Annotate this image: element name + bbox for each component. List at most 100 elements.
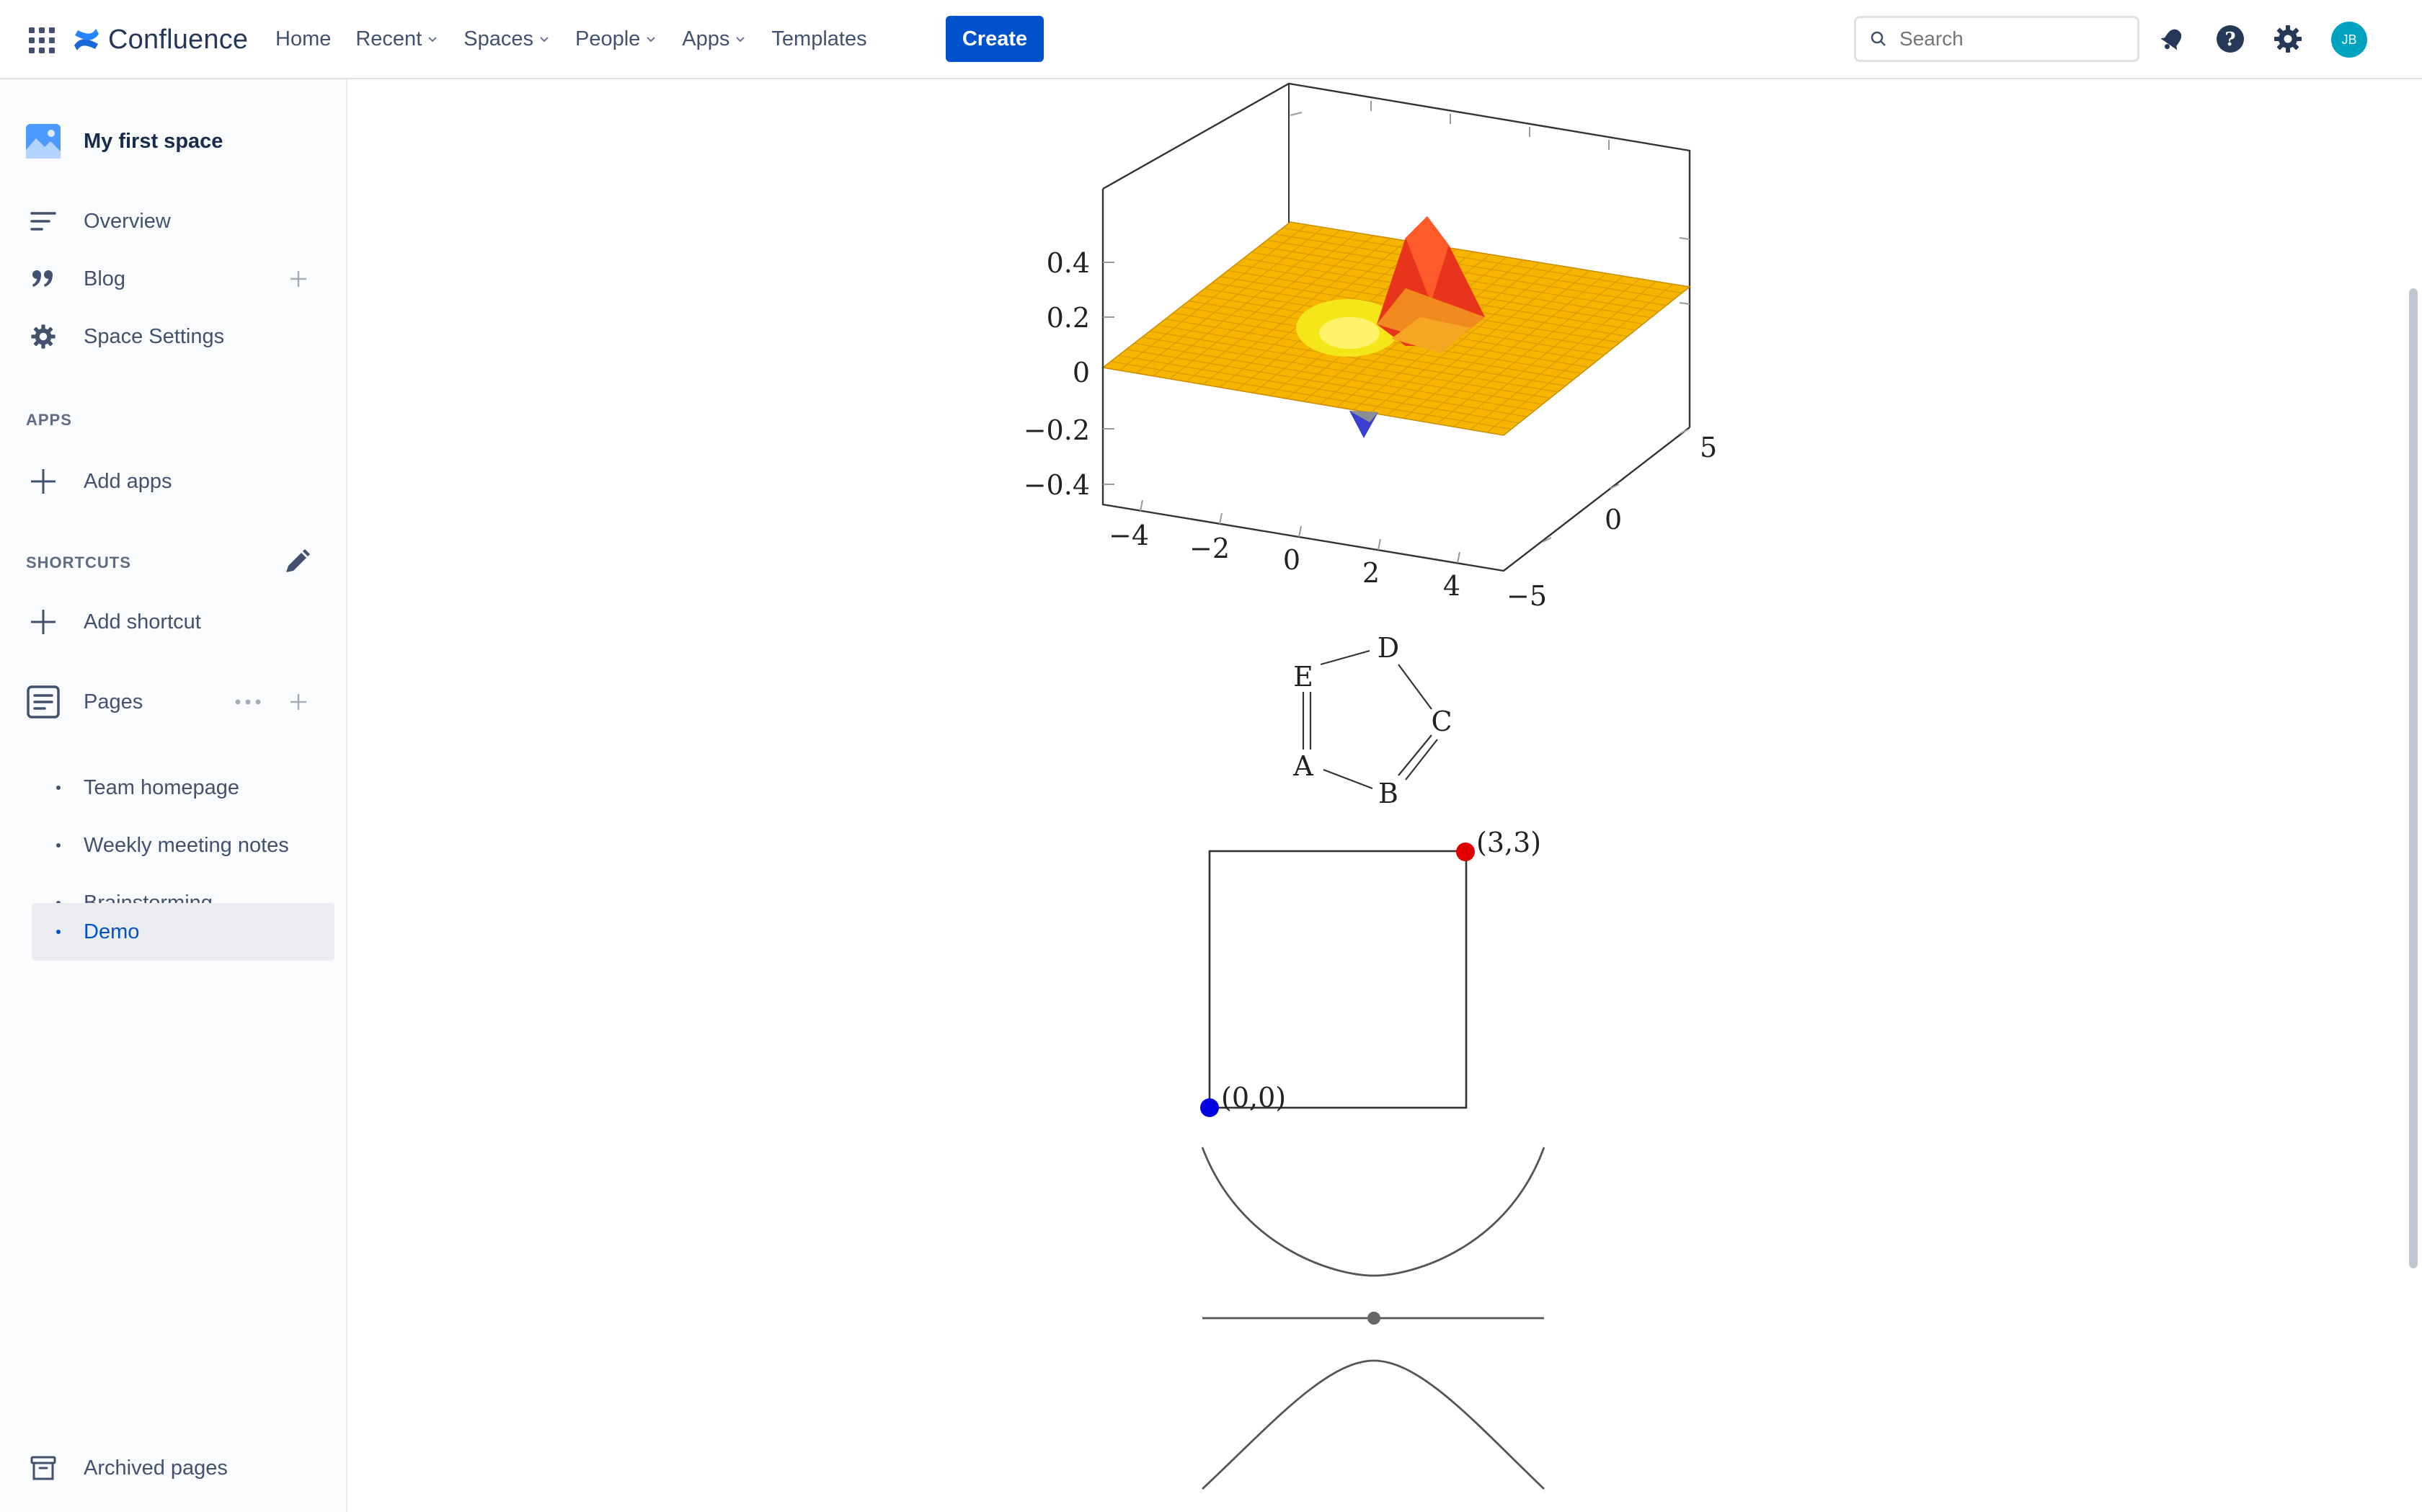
overview-lines-icon [26, 204, 61, 239]
z-tick-label: 0 [1073, 357, 1090, 388]
pages-heading: Pages [84, 690, 143, 713]
pentagon-graph [1302, 649, 1438, 790]
archive-box-icon [26, 1451, 61, 1485]
sidebar-item-label: Space Settings [84, 324, 225, 348]
main-nav: Home Recent Spaces People Apps Templates [275, 0, 892, 78]
z-tick-label: 0.2 [1047, 302, 1090, 334]
x-tick-label: 0 [1283, 544, 1300, 576]
edit-shortcuts-pencil-icon[interactable] [280, 546, 313, 579]
x-tick-label: 4 [1443, 570, 1460, 602]
space-name: My first space [84, 129, 223, 153]
graph-edge [1398, 734, 1432, 776]
search-icon [1871, 31, 1886, 46]
graph-node-b: B [1378, 778, 1398, 809]
pages-document-icon [26, 685, 61, 719]
user-avatar[interactable]: JB [2331, 22, 2367, 58]
upper-parabola [1201, 1147, 1545, 1277]
page-tree-item[interactable]: Weekly meeting notes [32, 817, 334, 874]
more-actions-icon[interactable] [232, 688, 264, 716]
center-point [1367, 1312, 1380, 1325]
apps-heading: APPS [26, 411, 72, 429]
nav-recent[interactable]: Recent [355, 27, 439, 51]
search-box[interactable] [1854, 16, 2139, 62]
chevron-down-icon [647, 37, 656, 43]
page-tree-label: Team homepage [84, 775, 240, 799]
chevron-down-icon [540, 37, 549, 43]
pages-section-header[interactable]: Pages [0, 673, 346, 731]
search-input[interactable] [1898, 27, 2117, 51]
y-tick-label: 0 [1605, 504, 1622, 535]
sidebar-item-label: Overview [84, 209, 171, 233]
add-shortcut-button[interactable]: Add shortcut [0, 593, 346, 651]
scrollbar-thumb[interactable] [2409, 288, 2418, 1268]
space-sidebar: My first space Overview Blog Space Setti… [0, 79, 347, 1512]
z-tick-label: 0.4 [1047, 247, 1090, 279]
square-figure: (3,3) (0,0) [1200, 827, 1541, 1117]
x-tick-label: −4 [1109, 520, 1149, 551]
nav-spaces[interactable]: Spaces [463, 27, 551, 51]
space-header[interactable]: My first space [0, 112, 346, 170]
nav-spaces-label: Spaces [463, 27, 533, 50]
chevron-down-icon [428, 37, 437, 43]
graph-edge [1398, 664, 1432, 710]
bottom-left-point [1200, 1098, 1219, 1117]
vertical-scrollbar[interactable] [2405, 79, 2422, 1512]
y-tick-label: 5 [1700, 432, 1717, 463]
nav-apps-label: Apps [682, 27, 730, 50]
space-avatar-icon [26, 124, 61, 159]
add-page-plus-icon[interactable] [284, 688, 313, 716]
graph-edge [1323, 768, 1373, 790]
help-icon[interactable]: ? [2213, 22, 2248, 56]
z-tick-label: −0.4 [1024, 469, 1090, 501]
x-tick-label: −2 [1189, 533, 1230, 564]
archived-pages-link[interactable]: Archived pages [0, 1439, 346, 1497]
sidebar-item-space-settings[interactable]: Space Settings [0, 308, 346, 365]
confluence-logo[interactable]: Confluence [72, 20, 248, 59]
svg-text:?: ? [2224, 29, 2235, 50]
graph-node-d: D [1378, 632, 1399, 664]
bullet-icon [56, 930, 61, 934]
shortcuts-heading: SHORTCUTS [26, 553, 131, 572]
add-apps-button[interactable]: Add apps [0, 453, 346, 510]
blog-quote-icon [26, 262, 61, 296]
archived-pages-label: Archived pages [84, 1456, 228, 1480]
nav-people[interactable]: People [575, 27, 657, 51]
page-tree-item-active[interactable]: Demo [32, 903, 334, 961]
graph-edge [1405, 739, 1438, 781]
graph-node-c: C [1431, 706, 1452, 737]
surface-plot: 0.4 0.2 0 −0.2 −0.4 −4 −2 0 2 4 −5 0 5 [1024, 82, 1717, 612]
page-content: 0.4 0.2 0 −0.2 −0.4 −4 −2 0 2 4 −5 0 5 D… [347, 79, 2405, 1512]
sidebar-item-label: Blog [84, 267, 126, 290]
graph-node-a: A [1292, 750, 1313, 782]
nav-people-label: People [575, 27, 641, 50]
chevron-down-icon [736, 37, 745, 43]
graph-edge [1320, 649, 1370, 666]
confluence-logo-icon [74, 29, 99, 50]
logo-text: Confluence [108, 24, 249, 55]
sidebar-item-overview[interactable]: Overview [0, 192, 346, 250]
page-tree-item[interactable]: Team homepage [32, 759, 334, 817]
y-tick-label: −5 [1507, 580, 1547, 612]
nav-templates[interactable]: Templates [771, 27, 866, 51]
square-outline [1208, 850, 1468, 1109]
plus-icon [26, 605, 61, 639]
create-button[interactable]: Create [946, 16, 1044, 62]
sidebar-item-blog[interactable]: Blog [0, 250, 346, 308]
page-figures: 0.4 0.2 0 −0.2 −0.4 −4 −2 0 2 4 −5 0 5 D… [1024, 82, 1717, 1490]
nav-home[interactable]: Home [275, 27, 331, 51]
bottom-left-label: (0,0) [1221, 1082, 1286, 1113]
settings-gear-icon[interactable] [2271, 22, 2305, 56]
top-navigation-bar: Confluence Home Recent Spaces People App… [0, 0, 2422, 79]
top-right-point [1456, 842, 1475, 861]
plus-icon [26, 464, 61, 499]
z-tick-label: −0.2 [1024, 414, 1090, 446]
nav-apps[interactable]: Apps [682, 27, 747, 51]
gear-icon [26, 319, 61, 354]
notifications-bell-icon[interactable] [2155, 22, 2190, 56]
page-tree-label: Weekly meeting notes [84, 833, 289, 857]
add-apps-label: Add apps [84, 469, 172, 493]
add-blog-plus-icon[interactable] [284, 264, 313, 293]
app-switcher-icon[interactable] [26, 25, 58, 56]
bullet-icon [56, 843, 61, 848]
bullet-icon [56, 786, 61, 790]
